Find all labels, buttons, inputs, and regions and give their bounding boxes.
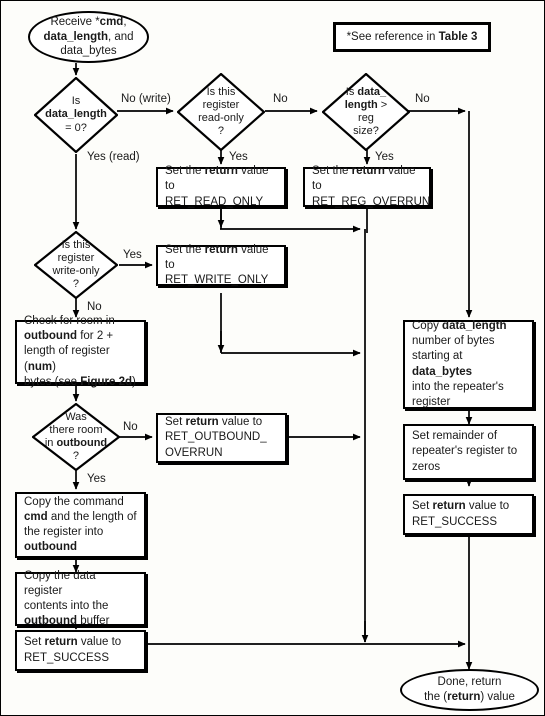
process-set-ret-write-only: Set the return value to RET_WRITE_ONLY — [156, 243, 286, 287]
decision-data-length-zero-text: Is data_length = 0? — [45, 95, 107, 134]
start-terminator: Receive *cmd, data_length, and data_byte… — [28, 11, 149, 63]
edge-label-read-only-yes: Yes — [229, 151, 248, 163]
process-set-ret-success-left: Set return value to RET_SUCCESS — [15, 630, 146, 671]
process-set-ret-outbound-overrun: Set return value to RET_OUTBOUND_ OVERRU… — [156, 413, 287, 463]
start-terminator-text: Receive *cmd, data_length, and data_byte… — [43, 15, 134, 58]
decision-register-write-only: Is this register write-only ? — [34, 231, 118, 299]
edge-label-len-gt-no: No — [415, 93, 430, 105]
process-set-ret-read-only-text: Set the return value to RET_READ_ONLY — [165, 165, 269, 208]
process-set-ret-reg-overrun: Set the return value to RET_REG_OVERRUN — [303, 165, 431, 208]
edge-label-room-yes: Yes — [87, 473, 106, 485]
note-text: *See reference in Table 3 — [346, 31, 478, 43]
decision-data-length-gt-reg-size-text: Is data_ length > reg size? — [344, 85, 388, 138]
process-copy-command-outbound-text: Copy the command cmd and the length of t… — [24, 495, 137, 554]
edge-label-write-only-yes: Yes — [123, 249, 142, 261]
decision-room-in-outbound: Was there room in outbound ? — [32, 403, 120, 471]
process-zero-register-remainder: Set remainder of repeater's register to … — [403, 424, 534, 480]
process-copy-data-bytes-to-register: Copy data_length number of bytes startin… — [403, 320, 534, 409]
process-check-room-outbound: Check for room in outbound for 2 + lengt… — [15, 315, 146, 388]
process-check-room-outbound-text: Check for room in outbound for 2 + lengt… — [24, 315, 136, 388]
flowchart-canvas: Receive *cmd, data_length, and data_byte… — [0, 0, 545, 716]
end-terminator-text: Done, return the (return) value — [424, 676, 515, 703]
process-copy-data-register-outbound: Copy the data register contents into the… — [15, 570, 146, 627]
decision-register-write-only-text: Is this register write-only ? — [52, 238, 100, 291]
process-set-ret-success-right-text: Set return value to RET_SUCCESS — [412, 500, 510, 528]
edge-label-len-gt-yes: Yes — [375, 151, 394, 163]
end-terminator: Done, return the (return) value — [400, 669, 539, 711]
decision-register-read-only-text: Is this register read-only ? — [198, 85, 244, 138]
process-set-ret-write-only-text: Set the return value to RET_WRITE_ONLY — [165, 243, 269, 287]
table-reference-note: *See reference in Table 3 — [333, 22, 491, 52]
decision-room-in-outbound-text: Was there room in outbound ? — [44, 410, 108, 463]
decision-register-read-only: Is this register read-only ? — [177, 73, 265, 151]
edge-label-no-write: No (write) — [121, 93, 171, 105]
process-set-ret-reg-overrun-text: Set the return value to RET_REG_OVERRUN — [312, 165, 431, 208]
edge-label-yes-read: Yes (read) — [87, 151, 140, 163]
process-copy-data-register-outbound-text: Copy the data register contents into the… — [24, 569, 110, 628]
decision-data-length-gt-reg-size: Is data_ length > reg size? — [322, 73, 410, 151]
edge-label-write-only-no: No — [87, 301, 102, 313]
process-copy-command-outbound: Copy the command cmd and the length of t… — [15, 492, 146, 558]
process-zero-register-remainder-text: Set remainder of repeater's register to … — [412, 430, 518, 473]
process-set-ret-outbound-overrun-text: Set return value to RET_OUTBOUND_ OVERRU… — [165, 416, 267, 459]
decision-data-length-zero: Is data_length = 0? — [34, 77, 118, 153]
process-set-ret-success-left-text: Set return value to RET_SUCCESS — [24, 636, 122, 664]
process-set-ret-success-right: Set return value to RET_SUCCESS — [403, 494, 534, 535]
edge-label-read-only-no: No — [273, 93, 288, 105]
edge-label-room-no: No — [123, 421, 138, 433]
process-copy-data-bytes-to-register-text: Copy data_length number of bytes startin… — [412, 319, 507, 408]
process-set-ret-read-only: Set the return value to RET_READ_ONLY — [156, 165, 286, 208]
